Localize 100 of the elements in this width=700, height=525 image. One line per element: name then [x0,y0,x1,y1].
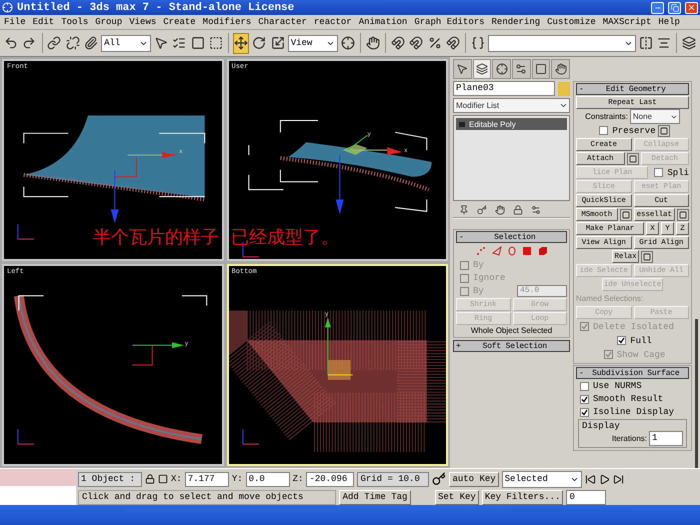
checkbox-label: Show Cage [616,350,666,360]
menu-item[interactable]: reactor [314,17,352,27]
panel-tab[interactable] [492,59,512,79]
menu-item[interactable]: Character [258,17,307,27]
menu-item[interactable]: Tools [61,17,88,27]
checkbox[interactable] [617,336,626,345]
menu-item[interactable]: Help [658,17,680,27]
menu-item[interactable]: Views [129,17,156,27]
rollout-header[interactable]: - Edit Geometry [576,83,689,95]
coordinate-field[interactable]: 0.0 [246,472,290,486]
checkbox[interactable] [599,126,608,135]
settings-icon[interactable] [640,250,652,262]
group-title: Display [582,421,621,431]
menu-item[interactable]: Create [163,17,196,27]
toolbar-dropdown[interactable] [488,34,636,52]
checkbox-label: By [473,286,484,296]
axis-tripod-icon [17,428,34,445]
lock-icon[interactable] [513,205,523,215]
panel-tab[interactable] [532,59,550,79]
tick-icon [581,323,588,330]
add-time-tag-button[interactable]: Add Time Tag [339,490,411,504]
axis-tripod-icon [17,224,34,240]
tick-icon [604,351,612,358]
menu-item[interactable]: Modifiers [202,17,252,27]
close-icon[interactable] [685,2,698,14]
minimize-icon[interactable] [651,2,664,14]
window-title: Untitled - 3ds max 7 - Stand-alone License [17,2,296,14]
coordinate-field[interactable]: 7.177 [184,472,229,486]
skip-forward-icon[interactable] [612,474,624,484]
tab-icon [554,63,567,75]
checkbox-label: Use NURMS [593,381,642,391]
settings-icon[interactable] [658,124,670,136]
toolbar-dropdown[interactable]: All [101,34,152,52]
hand-icon[interactable] [495,205,505,215]
coordinate-field[interactable]: -20.096 [306,472,354,486]
modifier-list-dropdown[interactable]: Modifier List [453,98,570,113]
tab-icon [535,63,548,75]
key-mode-dropdown[interactable]: Selected [502,470,582,488]
checkbox[interactable] [580,394,589,404]
menu-item[interactable]: File [4,17,26,27]
move-gizmo-drawing [324,318,353,380]
panel-tab[interactable] [551,59,570,79]
tick-icon [618,337,626,344]
frame-field[interactable]: 0 [566,490,606,504]
panel-tab[interactable] [512,59,531,79]
menu-item[interactable]: Rendering [492,17,540,27]
absolute-mode-icon[interactable] [158,474,168,484]
object-color-swatch[interactable] [558,82,570,96]
object-name-field[interactable]: Plane03 [453,81,555,96]
annotation-text: 半个瓦片的样子 [93,226,219,249]
constraints-dropdown[interactable]: None [630,109,680,124]
checkbox-label: Smooth Result [593,394,664,404]
settings-icon[interactable] [626,152,638,164]
scrollbar[interactable] [695,319,698,468]
toolbar-dropdown[interactable]: View [288,34,338,52]
move-gizmo-drawing [110,152,177,224]
rollout-header[interactable]: - Selection [456,231,567,243]
checkbox-label: Full [630,336,652,346]
checkbox[interactable] [654,168,664,177]
pin-icon[interactable] [459,205,469,215]
menu-item[interactable]: Customize [547,17,596,27]
panel-tab[interactable] [472,59,492,79]
iterations-field[interactable]: 1 [649,431,683,446]
lock-icon[interactable] [145,474,155,484]
menu-item[interactable]: Animation [358,17,408,27]
menu-item[interactable]: Edit [32,17,54,27]
menu-item[interactable]: Group [95,17,122,27]
stack-item[interactable]: Editable Poly [456,118,567,130]
border-icon[interactable] [508,246,516,256]
rollout-header[interactable]: + Soft Selection [453,340,570,352]
settings-icon[interactable] [677,208,689,220]
settings-icon[interactable] [620,208,632,220]
vertex-icon[interactable] [476,246,486,256]
toolbar-tool-icon[interactable] [232,32,250,54]
set-key-button[interactable]: Set Key [435,490,479,504]
play-icon[interactable] [598,474,610,484]
panel-tab[interactable] [453,59,472,79]
menu-item[interactable]: MAXScript [602,17,652,27]
menu-item[interactable]: Graph Editors [414,17,485,27]
field-label: Named Selections: [576,294,644,303]
element-icon[interactable] [538,246,548,256]
auto-key-button[interactable]: auto Key [449,472,499,486]
polygon-icon[interactable] [522,246,532,256]
checkbox[interactable] [580,408,589,416]
checkbox-label: Preserve [612,126,656,136]
settings-icon[interactable] [531,205,541,215]
tab-icon [456,63,468,75]
selection-status: Whole Object Selected [470,326,554,335]
key-icon[interactable] [432,472,446,486]
grid-size: Grid = 10.0 [357,472,430,486]
key-icon[interactable] [477,205,487,215]
checkbox-label: Spli [667,168,689,178]
field-label: Constraints: [585,112,628,121]
skip-back-icon[interactable] [584,474,596,484]
key-filters-button[interactable]: Key Filters... [482,490,564,504]
restore-icon[interactable] [668,2,681,14]
rollout-header[interactable]: - Subdivision Surface [576,367,689,379]
tab-icon [515,63,528,75]
edge-icon[interactable] [492,246,502,256]
checkbox[interactable] [580,382,589,390]
